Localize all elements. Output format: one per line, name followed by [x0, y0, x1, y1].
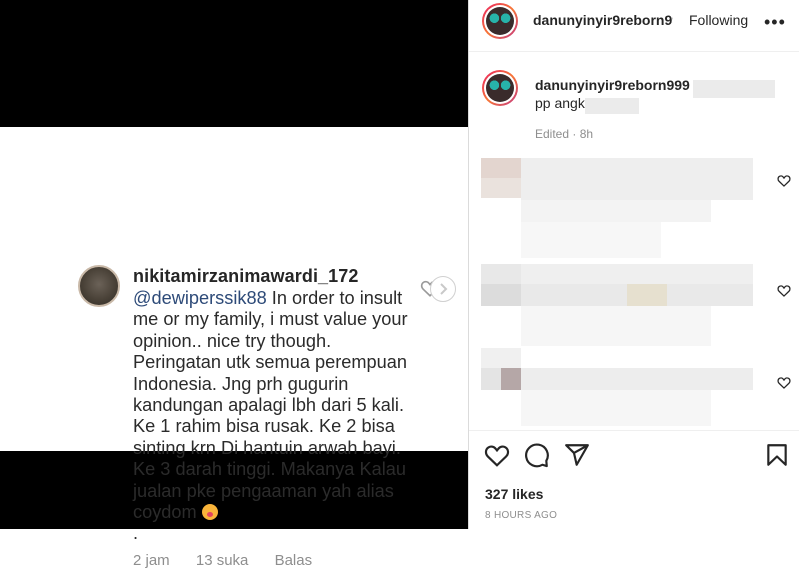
heart-icon[interactable]: [484, 442, 510, 468]
comment-meta: 2 jam 13 suka Balas: [133, 552, 334, 569]
post-image: nikitamirzanimawardi_172 @dewiperssik88 …: [0, 127, 468, 569]
comment-reply: Balas: [274, 552, 313, 569]
caption-avatar[interactable]: [482, 70, 518, 106]
heart-icon[interactable]: [777, 376, 791, 389]
post-header: danunyinyir9reborn999 Following •••: [469, 0, 799, 52]
header-username[interactable]: danunyinyir9reborn999: [533, 12, 673, 28]
likes-count[interactable]: 327 likes: [485, 486, 543, 502]
comment-text: @dewiperssik88 In order to insult me or …: [133, 288, 423, 545]
post-timestamp: 8 HOURS AGO: [485, 510, 558, 521]
caption-edited: Edited · 8h: [535, 127, 594, 141]
heart-icon[interactable]: [777, 284, 791, 297]
more-icon[interactable]: •••: [764, 12, 786, 33]
blurred-caption-text: [585, 98, 639, 114]
comment-mention: @dewiperssik88: [133, 288, 267, 308]
comment-icon[interactable]: [524, 442, 550, 468]
comment-body-text: In order to insult me or my family, i mu…: [133, 288, 408, 523]
action-bar: 327 likes 8 HOURS AGO: [469, 430, 799, 530]
caption-username[interactable]: danunyinyir9reborn999: [535, 77, 690, 93]
comment-avatar: [78, 265, 120, 307]
comment-time: 2 jam: [133, 552, 170, 569]
comment-username: nikitamirzanimawardi_172: [133, 266, 359, 286]
post-panel: danunyinyir9reborn999 Following ••• danu…: [468, 0, 799, 530]
bookmark-icon[interactable]: [764, 442, 790, 468]
face-emoji-icon: [201, 504, 218, 521]
next-image-button[interactable]: [430, 276, 456, 302]
comment-likes: 13 suka: [195, 552, 249, 569]
comment-text-end: .: [133, 523, 139, 544]
chevron-right-icon: [440, 283, 448, 295]
post-media: nikitamirzanimawardi_172 @dewiperssik88 …: [0, 0, 468, 569]
heart-icon[interactable]: [777, 174, 791, 187]
header-avatar[interactable]: [482, 3, 518, 39]
blurred-caption-text: [693, 80, 775, 98]
following-button[interactable]: Following: [689, 12, 748, 28]
share-icon[interactable]: [564, 442, 590, 468]
